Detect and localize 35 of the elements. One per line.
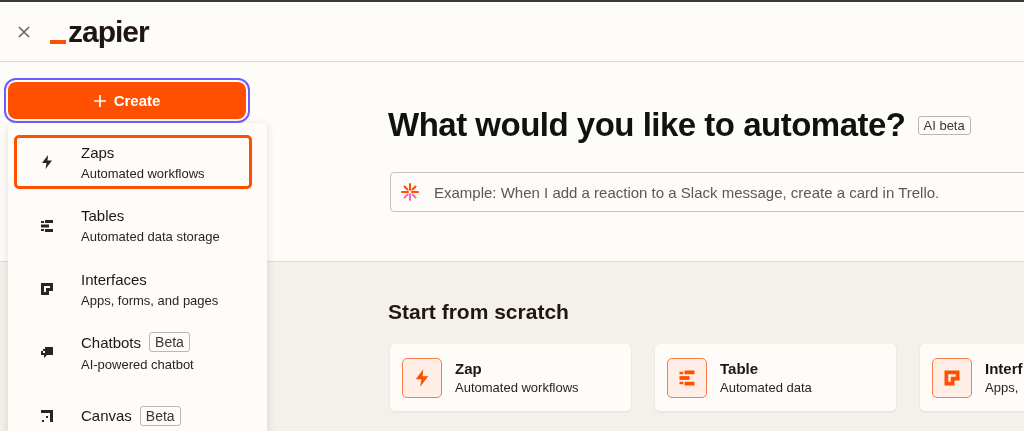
create-card[interactable]: Zap Automated workflows <box>390 344 631 411</box>
card-subtitle: Automated data <box>720 380 812 395</box>
beta-badge: Beta <box>149 332 190 353</box>
card-title: Zap <box>455 360 483 377</box>
menu-item-title: Interfaces <box>81 270 147 288</box>
menu-item-title: Zaps <box>81 143 115 161</box>
menu-item[interactable]: Chatbots Beta AI-powered chatbot <box>14 325 252 380</box>
page-heading: What would you like to automate? <box>388 106 906 144</box>
menu-item-subtitle: Automated data storage <box>81 229 220 245</box>
menu-item-subtitle: Automated workflows <box>81 165 205 181</box>
menu-item-subtitle: Apps, forms, and pages <box>81 292 219 308</box>
menu-item[interactable]: Tables Automated data storage <box>14 198 252 253</box>
prompt-input-field[interactable]: Example: When I add a reaction to a Slack message, create a card in Trello. <box>390 172 1024 212</box>
chat-icon <box>39 344 55 361</box>
menu-item[interactable]: Interfaces Apps, forms, and pages <box>14 261 252 317</box>
ai-beta-badge: AI beta <box>917 115 971 135</box>
canvas-icon <box>39 407 55 424</box>
close-icon[interactable] <box>18 25 30 38</box>
menu-item-title: Tables <box>81 207 125 225</box>
create-card[interactable]: Interf Apps, <box>920 344 1024 411</box>
section-heading: Start from scratch <box>388 300 570 324</box>
menu-item[interactable]: Canvas Beta <box>14 388 252 431</box>
menu-item-title: Canvas <box>81 407 132 425</box>
menu-item-title: Chatbots <box>81 333 142 351</box>
zapier-logo: zapier <box>50 14 149 49</box>
create-card[interactable]: Table Automated data <box>655 344 896 411</box>
menu-item[interactable]: Zaps Automated workflows <box>14 135 252 190</box>
card-subtitle: Automated workflows <box>455 380 579 395</box>
menu-item-subtitle: AI-powered chatbot <box>81 357 194 373</box>
table-icon <box>39 217 55 234</box>
card-subtitle: Apps, <box>985 380 1020 395</box>
card-title: Interf <box>985 360 1023 377</box>
plus-icon <box>93 94 106 107</box>
beta-badge: Beta <box>139 405 181 426</box>
card-title: Table <box>720 360 760 377</box>
